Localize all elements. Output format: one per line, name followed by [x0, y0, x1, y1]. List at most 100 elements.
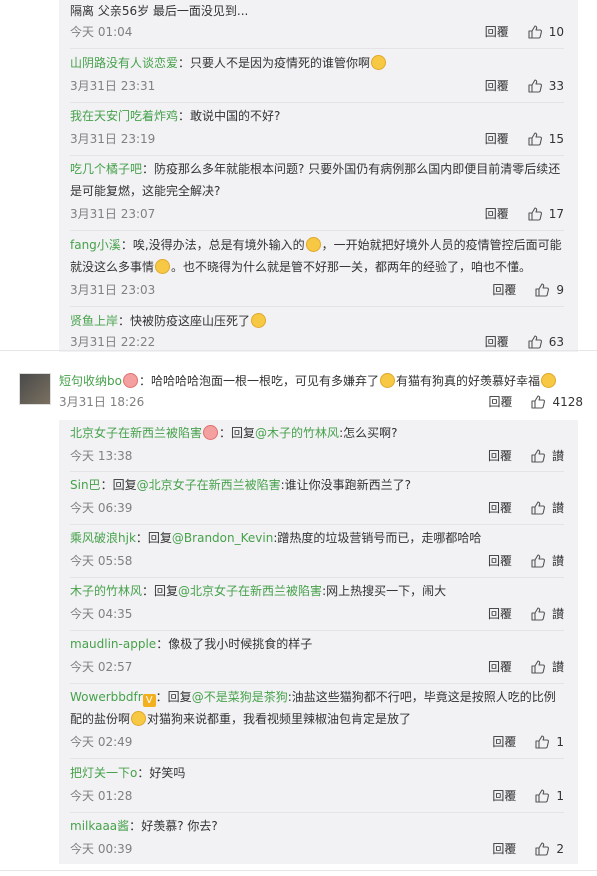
reply-prefix: 回复	[167, 690, 192, 704]
like-label: 讃	[551, 660, 564, 674]
comment-time: 3月31日 23:31	[70, 79, 156, 93]
comment-text: 哈哈哈哈泡面一根一根吃，可见有多嫌弃了	[150, 374, 379, 388]
comment-time: 今天 04:35	[70, 607, 133, 621]
comment-text: 好羡慕? 你去?	[141, 819, 218, 833]
comment-time: 3月31日 22:22	[70, 335, 156, 349]
comment-time: 今天 02:57	[70, 660, 133, 674]
like-icon[interactable]	[527, 334, 543, 350]
emoji-icon	[155, 259, 171, 274]
like-count: 33	[548, 79, 564, 93]
reply-button[interactable]: 回覆	[485, 76, 509, 96]
reply-button[interactable]: 回覆	[485, 332, 509, 352]
comment-text: 好笑吗	[149, 766, 186, 780]
comment-text: 快被防疫这座山压死了	[130, 314, 251, 328]
reply-prefix: 回复	[231, 426, 256, 440]
username-link[interactable]: 我在天安门吃着炸鸡	[70, 109, 178, 123]
like-icon[interactable]	[530, 500, 546, 516]
like-count: 2	[556, 842, 564, 856]
mention-link[interactable]: @不是菜狗是茶狗	[192, 690, 288, 704]
comment-text: 对猫狗来说都重，我看视频里辣椒油包肯定是放了	[147, 712, 412, 726]
username-link[interactable]: milkaaa酱	[70, 819, 129, 833]
username-link[interactable]: 短句收纳bo	[59, 374, 122, 388]
comment-time: 3月31日 23:03	[70, 283, 156, 297]
main-comment: 短句收纳bo ：哈哈哈哈泡面一根一根吃，可见有多嫌弃了 有猫有狗真的好羡慕好幸福 3…	[0, 360, 597, 416]
mention-link[interactable]: @木子的竹林风	[255, 426, 339, 440]
like-count: 4128	[552, 395, 583, 409]
comment-text: 有猫有狗真的好羡慕好幸福	[396, 374, 541, 388]
like-icon[interactable]	[534, 734, 550, 750]
emoji-icon	[305, 237, 321, 252]
like-icon[interactable]	[534, 788, 550, 804]
reply-button[interactable]: 回覆	[488, 392, 512, 412]
like-count: 1	[556, 735, 564, 749]
comment-text: 隔离 父亲56岁 最后一面没见到...	[70, 4, 249, 18]
comment-text: 唉,没得办法，总是有境外输入的	[132, 238, 305, 252]
emoji-icon	[131, 711, 147, 726]
divider	[70, 155, 564, 156]
username-link[interactable]: 山阴路没有人谈恋爱	[70, 56, 178, 70]
comment-time: 今天 13:38	[70, 449, 133, 463]
username-link[interactable]: Sin巴	[70, 478, 101, 492]
comment-text: 像极了我小时候挑食的样子	[168, 637, 313, 651]
divider	[70, 812, 564, 813]
reply-button[interactable]: 回覆	[492, 280, 516, 300]
comment-time: 3月31日 23:07	[70, 207, 156, 221]
like-label: 讃	[551, 449, 564, 463]
reply-button[interactable]: 回覆	[485, 22, 509, 42]
reply-button[interactable]: 回覆	[485, 129, 509, 149]
like-icon[interactable]	[527, 24, 543, 40]
username-link[interactable]: 北京女子在新西兰被陷害	[70, 426, 202, 440]
like-icon[interactable]	[530, 606, 546, 622]
divider	[70, 230, 564, 231]
username-link[interactable]: Wowerbbdfr	[70, 690, 143, 704]
mention-link[interactable]: @北京女子在新西兰被陷害	[178, 584, 322, 598]
reply-button[interactable]: 回覆	[488, 498, 512, 518]
reply-thread: 北京女子在新西兰被陷害 ：回复@木子的竹林风:怎么买啊? 今天 13:38 回覆 …	[59, 420, 578, 864]
comment-time: 今天 06:39	[70, 501, 133, 515]
username-link[interactable]: 贤鱼上岸	[70, 314, 118, 328]
reply-prefix: 回复	[147, 531, 172, 545]
reply-button[interactable]: 回覆	[492, 732, 516, 752]
divider	[0, 870, 597, 871]
like-icon[interactable]	[530, 553, 546, 569]
divider	[0, 350, 597, 351]
like-icon[interactable]	[527, 206, 543, 222]
like-count: 9	[556, 283, 564, 297]
reply-button[interactable]: 回覆	[492, 786, 516, 806]
badge-icon	[203, 425, 219, 440]
reply-button[interactable]: 回覆	[488, 446, 512, 466]
username-link[interactable]: 木子的竹林风	[70, 584, 142, 598]
username-link[interactable]: 吃几个橘子吧	[70, 162, 142, 176]
divider	[70, 758, 564, 759]
reply-button[interactable]: 回覆	[485, 204, 509, 224]
reply-button[interactable]: 回覆	[492, 839, 516, 859]
divider	[70, 471, 564, 472]
like-icon[interactable]	[530, 448, 546, 464]
mention-link[interactable]: @Brandon_Kevin	[172, 531, 273, 545]
comment-text: 。也不晓得为什么就是管不好那一关，都两年的经验了，咱也不懂。	[171, 260, 532, 274]
username-link[interactable]: 把灯关一下o	[70, 766, 137, 780]
like-count: 1	[556, 789, 564, 803]
username-link[interactable]: maudlin-apple	[70, 637, 156, 651]
username-link[interactable]: 乘风破浪hjk	[70, 531, 136, 545]
like-icon[interactable]	[534, 282, 550, 298]
vip-badge-icon: V	[142, 694, 156, 707]
reply-button[interactable]: 回覆	[488, 657, 512, 677]
like-count: 63	[548, 335, 564, 349]
reply-thread-top: 隔离 父亲56岁 最后一面没见到... 今天 01:04 回覆 10 山阴路没有…	[59, 0, 578, 352]
divider	[70, 630, 564, 631]
like-icon[interactable]	[534, 841, 550, 857]
comment-text: :蹭热度的垃圾营销号而已，走哪都哈哈	[273, 531, 482, 545]
like-icon[interactable]	[527, 131, 543, 147]
reply-button[interactable]: 回覆	[488, 604, 512, 624]
divider	[70, 683, 564, 684]
like-count: 17	[548, 207, 564, 221]
divider	[70, 577, 564, 578]
username-link[interactable]: fang小溪	[70, 238, 121, 252]
reply-prefix: 回复	[112, 478, 137, 492]
reply-button[interactable]: 回覆	[488, 551, 512, 571]
like-icon[interactable]	[530, 659, 546, 675]
mention-link[interactable]: @北京女子在新西兰被陷害	[137, 478, 281, 492]
like-icon[interactable]	[527, 78, 543, 94]
like-icon[interactable]	[530, 394, 546, 410]
